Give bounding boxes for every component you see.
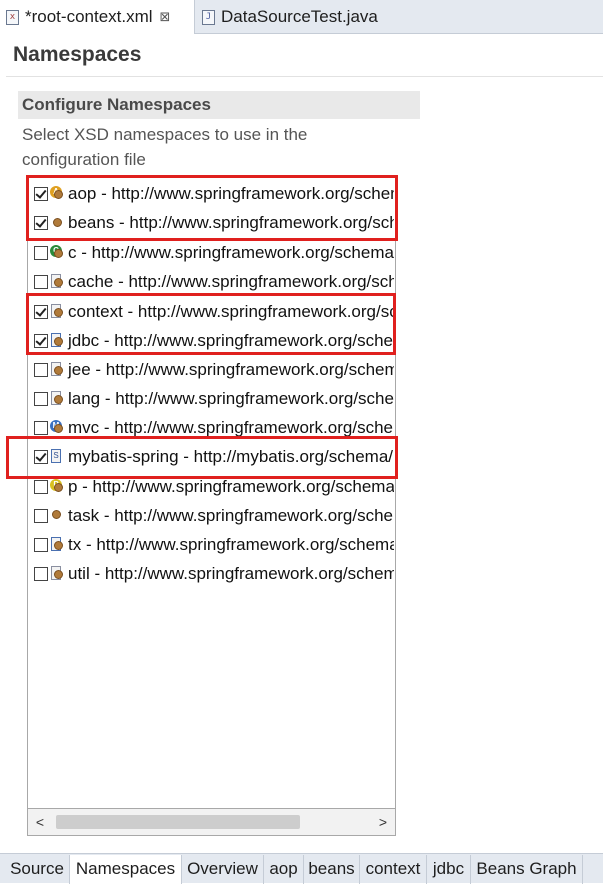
editor-tab-bar: x *root-context.xml ⊠ J DataSourceTest.j… — [0, 0, 603, 34]
horizontal-scrollbar[interactable]: < > — [27, 808, 396, 836]
p-namespace-icon: P — [50, 478, 65, 495]
divider — [6, 76, 603, 77]
list-item[interactable]: lang - http://www.springframework.org/sc… — [28, 384, 394, 413]
namespace-label: util - http://www.springframework.org/sc… — [68, 563, 394, 583]
tab-source[interactable]: Source — [5, 855, 70, 884]
checkbox[interactable] — [34, 508, 48, 523]
namespace-label: beans - http://www.springframework.org/s… — [68, 212, 394, 232]
namespace-label: jee - http://www.springframework.org/sch… — [68, 359, 394, 379]
namespace-label: jdbc - http://www.springframework.org/sc… — [68, 330, 394, 350]
mvc-icon: M — [50, 419, 65, 436]
checkbox[interactable] — [34, 362, 48, 377]
list-item[interactable]: A aop - http://www.springframework.org/s… — [28, 179, 394, 208]
namespace-label: task - http://www.springframework.org/sc… — [68, 505, 394, 525]
mybatis-icon: S — [50, 448, 65, 465]
jdbc-icon — [50, 332, 65, 349]
tab-label: *root-context.xml — [25, 7, 153, 26]
checkbox[interactable] — [34, 245, 48, 260]
section-description: Select XSD namespaces to use in the conf… — [22, 125, 308, 169]
context-icon — [50, 303, 65, 320]
scroll-right-arrow-icon[interactable]: > — [373, 811, 393, 833]
tx-icon — [50, 536, 65, 553]
checkbox[interactable] — [34, 479, 48, 494]
checkbox[interactable] — [34, 215, 48, 230]
jee-icon — [50, 361, 65, 378]
page-title: Namespaces — [13, 43, 142, 66]
list-item[interactable]: M mvc - http://www.springframework.org/s… — [28, 413, 394, 442]
tab-context[interactable]: context — [360, 855, 427, 884]
namespace-label: tx - http://www.springframework.org/sche… — [68, 534, 394, 554]
namespace-label: aop - http://www.springframework.org/sch… — [68, 183, 394, 203]
tab-namespaces[interactable]: Namespaces — [70, 855, 182, 884]
tab-beans-graph[interactable]: Beans Graph — [471, 855, 583, 884]
namespace-label: mvc - http://www.springframework.org/sch… — [68, 417, 394, 437]
tab-jdbc[interactable]: jdbc — [427, 855, 471, 884]
tab-beans[interactable]: beans — [304, 855, 360, 884]
util-icon — [50, 565, 65, 582]
namespace-label: context - http://www.springframework.org… — [68, 301, 394, 321]
namespace-label: p - http://www.springframework.org/schem… — [68, 476, 394, 496]
namespace-label: lang - http://www.springframework.org/sc… — [68, 388, 394, 408]
tab-label: DataSourceTest.java — [221, 7, 378, 26]
list-item[interactable]: cache - http://www.springframework.org/s… — [28, 267, 394, 296]
list-item[interactable]: context - http://www.springframework.org… — [28, 297, 394, 326]
lang-icon — [50, 390, 65, 407]
scroll-left-arrow-icon[interactable]: < — [30, 811, 50, 833]
page-tab-bar: Source Namespaces Overview aop beans con… — [0, 853, 603, 884]
list-item[interactable]: task - http://www.springframework.org/sc… — [28, 501, 394, 530]
scroll-thumb[interactable] — [56, 815, 300, 829]
checkbox[interactable] — [34, 333, 48, 348]
namespace-label: cache - http://www.springframework.org/s… — [68, 271, 394, 291]
checkbox[interactable] — [34, 391, 48, 406]
checkbox[interactable] — [34, 566, 48, 581]
tab-root-context-xml[interactable]: x *root-context.xml ⊠ — [0, 0, 195, 34]
section-header: Configure Namespaces — [18, 91, 420, 119]
checkbox[interactable] — [34, 274, 48, 289]
task-icon — [50, 508, 65, 524]
namespace-label: mybatis-spring - http://mybatis.org/sche… — [68, 446, 394, 466]
java-file-icon: J — [202, 9, 215, 25]
bean-icon — [50, 215, 65, 231]
tab-aop[interactable]: aop — [264, 855, 304, 884]
cache-icon — [50, 273, 65, 290]
list-item[interactable]: beans - http://www.springframework.org/s… — [28, 208, 394, 237]
tab-overview[interactable]: Overview — [182, 855, 264, 884]
tab-datasourcetest-java[interactable]: J DataSourceTest.java — [196, 0, 386, 34]
list-item[interactable]: C c - http://www.springframework.org/sch… — [28, 238, 394, 267]
list-item[interactable]: jdbc - http://www.springframework.org/sc… — [28, 326, 394, 355]
checkbox[interactable] — [34, 186, 48, 201]
list-item[interactable]: util - http://www.springframework.org/sc… — [28, 559, 394, 588]
namespace-list[interactable]: A aop - http://www.springframework.org/s… — [27, 177, 396, 836]
list-item[interactable]: P p - http://www.springframework.org/sch… — [28, 472, 394, 501]
list-item[interactable]: S mybatis-spring - http://mybatis.org/sc… — [28, 442, 394, 471]
checkbox[interactable] — [34, 449, 48, 464]
checkbox[interactable] — [34, 304, 48, 319]
xml-file-icon: x — [6, 9, 19, 25]
list-item[interactable]: tx - http://www.springframework.org/sche… — [28, 530, 394, 559]
aop-icon: A — [50, 185, 65, 202]
c-namespace-icon: C — [50, 244, 65, 261]
list-item[interactable]: jee - http://www.springframework.org/sch… — [28, 355, 394, 384]
checkbox[interactable] — [34, 420, 48, 435]
namespace-label: c - http://www.springframework.org/schem… — [68, 242, 394, 262]
close-icon[interactable]: ⊠ — [160, 9, 171, 25]
checkbox[interactable] — [34, 537, 48, 552]
